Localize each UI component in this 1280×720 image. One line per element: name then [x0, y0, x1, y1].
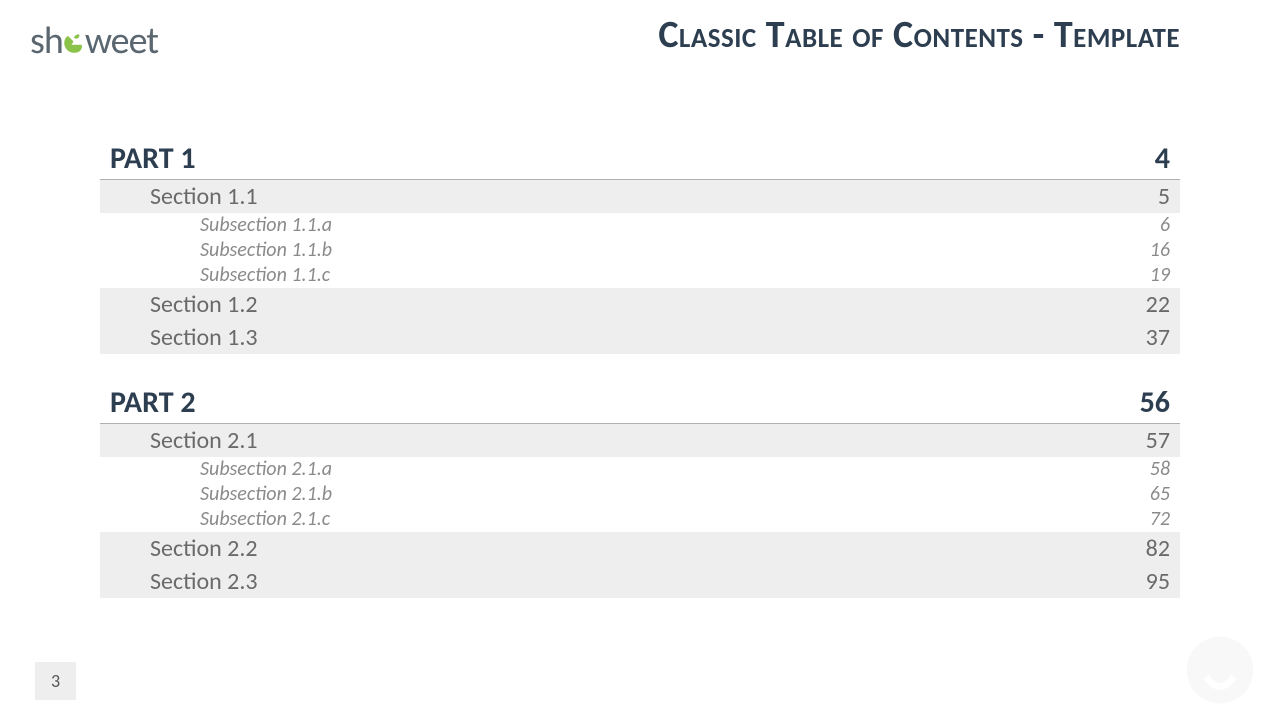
toc-section-row: Section 2.1 57: [100, 424, 1180, 457]
toc-part-label: PART 1: [110, 140, 196, 177]
toc-part: PART 1 4 Section 1.1 5 Subsection 1.1.a …: [100, 140, 1180, 354]
toc-subsection-page: 6: [1160, 213, 1170, 238]
toc-subsection-label: Subsection 2.1.a: [200, 457, 332, 482]
toc-section-page: 82: [1146, 534, 1170, 563]
toc-part-label: PART 2: [110, 384, 196, 421]
toc-subsection-label: Subsection 1.1.b: [200, 238, 332, 263]
toc-section-row: Section 1.2 22: [100, 288, 1180, 321]
toc-section-row: Section 2.2 82: [100, 532, 1180, 565]
watermark-icon: [1180, 630, 1260, 710]
toc-subsection-label: Subsection 2.1.b: [200, 482, 332, 507]
toc-subsection-label: Subsection 1.1.a: [200, 213, 332, 238]
toc-subsection-row: Subsection 1.1.a 6: [100, 213, 1180, 238]
toc-section-page: 95: [1146, 567, 1170, 596]
toc-section-page: 5: [1158, 182, 1170, 211]
toc-subsection-page: 72: [1150, 507, 1170, 532]
toc-section-label: Section 1.3: [150, 323, 258, 352]
toc-part-row: PART 2 56: [100, 384, 1180, 424]
toc-section-label: Section 1.1: [150, 182, 258, 211]
toc-part-page: 4: [1155, 140, 1170, 177]
toc-subsection-row: Subsection 1.1.b 16: [100, 238, 1180, 263]
toc-section-label: Section 2.2: [150, 534, 258, 563]
toc-section-label: Section 2.3: [150, 567, 258, 596]
brand-logo: shweet: [30, 18, 158, 67]
toc-subsection-row: Subsection 1.1.c 19: [100, 263, 1180, 288]
toc-subsection-label: Subsection 1.1.c: [200, 263, 330, 288]
toc-subsection-row: Subsection 2.1.a 58: [100, 457, 1180, 482]
toc-section-label: Section 1.2: [150, 290, 258, 319]
toc-subsection-page: 16: [1150, 238, 1170, 263]
toc-subsection-page: 65: [1150, 482, 1170, 507]
brand-left: sh: [30, 18, 63, 64]
toc-subsection-page: 19: [1150, 263, 1170, 288]
toc-subsection-label: Subsection 2.1.c: [200, 507, 330, 532]
toc-part-row: PART 1 4: [100, 140, 1180, 180]
toc-subsection-row: Subsection 2.1.b 65: [100, 482, 1180, 507]
brand-right: weet: [85, 18, 158, 64]
toc-part: PART 2 56 Section 2.1 57 Subsection 2.1.…: [100, 384, 1180, 598]
toc-section-row: Section 2.3 95: [100, 565, 1180, 598]
toc-section-row: Section 1.1 5: [100, 180, 1180, 213]
page-title: Classic Table of Contents - Template: [658, 12, 1180, 58]
toc-section-page: 37: [1146, 323, 1170, 352]
toc-container: PART 1 4 Section 1.1 5 Subsection 1.1.a …: [100, 140, 1180, 628]
toc-subsection-page: 58: [1150, 457, 1170, 482]
brand-icon: [61, 21, 87, 67]
toc-part-page: 56: [1140, 384, 1170, 421]
toc-section-row: Section 1.3 37: [100, 321, 1180, 354]
toc-section-page: 57: [1146, 426, 1170, 455]
toc-subsection-row: Subsection 2.1.c 72: [100, 507, 1180, 532]
slide-number: 3: [35, 662, 76, 700]
toc-section-label: Section 2.1: [150, 426, 258, 455]
toc-section-page: 22: [1146, 290, 1170, 319]
